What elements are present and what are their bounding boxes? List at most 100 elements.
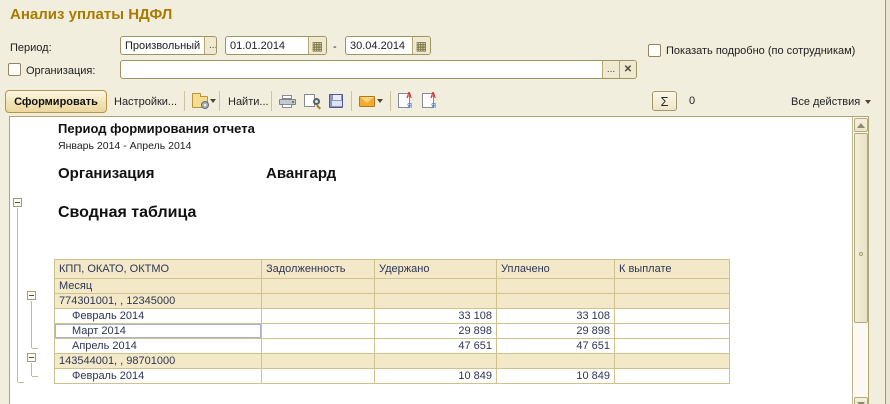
scroll-down-button[interactable] xyxy=(854,397,868,404)
tree-expander[interactable] xyxy=(27,353,36,362)
table-cell[interactable]: 29 898 xyxy=(374,323,497,339)
period-type-combo[interactable]: Произвольный ... xyxy=(120,36,217,55)
table-cell[interactable] xyxy=(261,278,375,294)
org-clear-button[interactable]: ✕ xyxy=(619,61,636,78)
column-header[interactable]: К выплате xyxy=(614,259,730,279)
report-variants-button[interactable] xyxy=(190,91,218,111)
arrow-up-icon xyxy=(857,122,865,128)
month-cell[interactable]: Апрель 2014 xyxy=(54,338,262,354)
group-cell[interactable]: 774301001, , 12345000 xyxy=(54,293,262,309)
table-cell[interactable] xyxy=(614,293,730,309)
org-checkbox[interactable] xyxy=(8,63,21,76)
table-cell[interactable]: 33 108 xyxy=(374,308,497,324)
table-cell[interactable] xyxy=(261,323,375,339)
all-actions-button[interactable]: Все действия xyxy=(787,92,875,112)
table-row: Апрель 2014 47 651 47 651 xyxy=(54,338,730,354)
table-cell[interactable] xyxy=(374,293,497,309)
summary-table: КПП, ОКАТО, ОКТМО Задолженность Удержано… xyxy=(54,259,730,384)
print-preview-button[interactable] xyxy=(302,91,322,111)
toolbar-separator xyxy=(390,91,391,111)
subheader-cell[interactable]: Месяц xyxy=(54,278,262,294)
show-detail-checkbox[interactable] xyxy=(648,44,661,57)
vertical-scrollbar[interactable] xyxy=(852,117,868,404)
table-cell[interactable]: 47 651 xyxy=(374,338,497,354)
month-cell-selected[interactable]: Март 2014 xyxy=(54,323,262,339)
tree-expander[interactable] xyxy=(13,198,22,207)
column-header[interactable]: КПП, ОКАТО, ОКТМО xyxy=(54,259,262,279)
group-cell[interactable]: 143544001, , 98701000 xyxy=(54,353,262,369)
table-cell[interactable] xyxy=(496,278,615,294)
table-cell[interactable] xyxy=(261,338,375,354)
table-cell[interactable] xyxy=(614,353,730,369)
date-from-field[interactable]: 01.01.2014 ▦ xyxy=(225,36,327,55)
tree-expander[interactable] xyxy=(27,291,36,300)
table-cell[interactable]: 10 849 xyxy=(374,368,497,384)
calendar-icon[interactable]: ▦ xyxy=(307,37,326,54)
table-cell[interactable] xyxy=(374,278,497,294)
doc-headers-button[interactable]: AЯ xyxy=(396,90,412,110)
envelope-icon xyxy=(359,95,375,107)
scrollbar-grip-icon xyxy=(859,252,863,256)
table-cell[interactable] xyxy=(496,353,615,369)
autosum-value: 0 xyxy=(689,95,696,107)
find-button[interactable]: Найти... xyxy=(224,92,273,112)
document-a-icon: AЯ xyxy=(398,91,412,110)
table-cell[interactable] xyxy=(374,353,497,369)
period-label: Период: xyxy=(10,42,52,54)
toolbar-separator xyxy=(271,91,272,111)
report-period-value: Январь 2014 - Апрель 2014 xyxy=(58,140,192,152)
save-button[interactable] xyxy=(327,91,345,111)
date-to-field[interactable]: 30.04.2014 ▦ xyxy=(345,36,431,55)
scroll-up-button[interactable] xyxy=(854,118,868,132)
column-header[interactable]: Уплачено xyxy=(496,259,615,279)
org-browse-button[interactable]: ... xyxy=(602,61,619,78)
table-cell[interactable] xyxy=(614,323,730,339)
month-cell[interactable]: Февраль 2014 xyxy=(54,308,262,324)
autosum-button[interactable]: Σ xyxy=(652,91,677,111)
table-header-row: КПП, ОКАТО, ОКТМО Задолженность Удержано… xyxy=(54,259,730,279)
toolbar-separator xyxy=(351,91,352,111)
table-cell[interactable] xyxy=(614,308,730,324)
table-cell[interactable] xyxy=(614,338,730,354)
window-frame xyxy=(886,0,890,404)
table-cell[interactable] xyxy=(261,353,375,369)
table-cell[interactable]: 10 849 xyxy=(496,368,615,384)
table-cell[interactable] xyxy=(261,308,375,324)
table-cell[interactable]: 47 651 xyxy=(496,338,615,354)
chevron-down-icon xyxy=(377,99,383,103)
month-cell[interactable]: Февраль 2014 xyxy=(54,368,262,384)
tree-line xyxy=(17,208,18,382)
table-cell[interactable] xyxy=(261,293,375,309)
period-type-value: Произвольный xyxy=(125,39,201,52)
table-row-selected: Март 2014 29 898 29 898 xyxy=(54,323,730,339)
preview-icon xyxy=(304,94,321,110)
table-cell[interactable] xyxy=(496,293,615,309)
column-header[interactable]: Задолженность xyxy=(261,259,375,279)
toolbar-separator xyxy=(219,91,220,111)
report-org-name: Авангард xyxy=(266,165,337,182)
column-header[interactable]: Удержано xyxy=(374,259,497,279)
generate-button[interactable]: Сформировать xyxy=(5,90,107,113)
toolbar-separator xyxy=(184,91,185,111)
settings-button[interactable]: Настройки... xyxy=(110,92,181,112)
send-mail-button[interactable] xyxy=(357,91,385,111)
table-cell[interactable] xyxy=(614,278,730,294)
table-row: Февраль 2014 33 108 33 108 xyxy=(54,308,730,324)
tree-line xyxy=(18,382,24,383)
org-input[interactable]: ... ✕ xyxy=(120,60,637,79)
table-cell[interactable] xyxy=(261,368,375,384)
calendar-icon[interactable]: ▦ xyxy=(411,37,430,54)
tree-line xyxy=(32,376,38,377)
print-button[interactable] xyxy=(277,91,298,111)
date-from-value: 01.01.2014 xyxy=(230,39,286,52)
date-separator: - xyxy=(333,41,337,53)
table-cell[interactable]: 33 108 xyxy=(496,308,615,324)
page-title: Анализ уплаты НДФЛ xyxy=(10,6,173,23)
period-type-browse-button[interactable]: ... xyxy=(204,37,216,54)
scrollbar-thumb[interactable] xyxy=(854,133,868,323)
doc-cells-button[interactable]: AЯ xyxy=(420,90,436,110)
folder-gear-icon xyxy=(192,93,209,109)
table-cell[interactable] xyxy=(614,368,730,384)
table-cell[interactable]: 29 898 xyxy=(496,323,615,339)
tree-line xyxy=(31,363,32,376)
